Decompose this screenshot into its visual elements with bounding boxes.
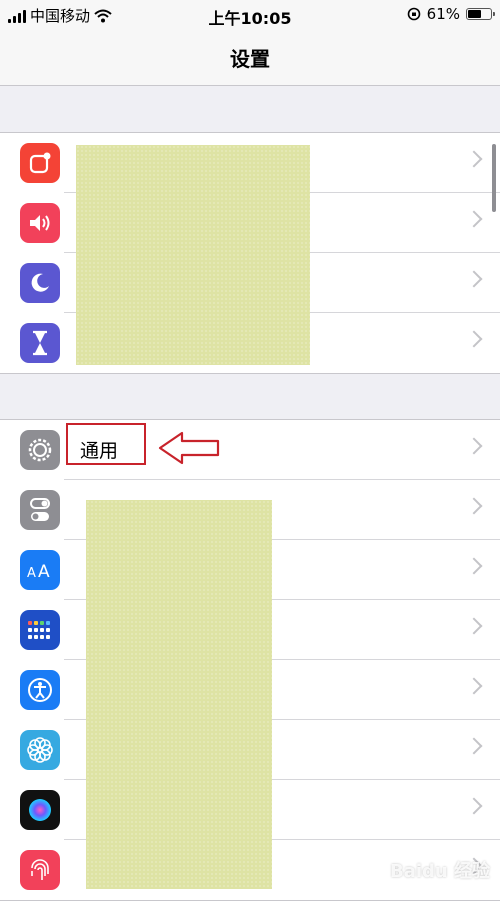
status-bar: 中国移动 上午10:05 61% <box>0 0 500 30</box>
moon-icon <box>20 263 60 303</box>
accessibility-icon <box>20 670 60 710</box>
flower-icon <box>20 730 60 770</box>
chevron-right-icon <box>465 617 483 635</box>
svg-text:A: A <box>27 566 36 580</box>
highlight-box <box>66 423 146 465</box>
hourglass-icon <box>20 323 60 363</box>
pointer-arrow-icon <box>158 431 220 465</box>
chevron-right-icon <box>465 677 483 695</box>
battery-percent: 61% <box>426 5 460 23</box>
chevron-right-icon <box>465 210 483 228</box>
chevron-right-icon <box>465 330 483 348</box>
battery-icon <box>466 8 495 20</box>
scrollbar[interactable] <box>492 144 496 212</box>
text-size-icon: AA <box>20 550 60 590</box>
page-title: 设置 <box>230 47 270 71</box>
chevron-right-icon <box>465 270 483 288</box>
rotation-lock-icon <box>407 7 420 21</box>
chevron-right-icon <box>465 737 483 755</box>
toggle-icon <box>20 490 60 530</box>
redacted-area-top <box>76 145 310 365</box>
gear-icon <box>20 430 60 470</box>
navigation-bar: 设置 <box>0 30 500 86</box>
watermark-logo: Baidu 经验 <box>389 861 490 882</box>
siri-icon <box>20 790 60 830</box>
grid-icon <box>20 610 60 650</box>
sound-icon <box>20 203 60 243</box>
notification-icon <box>20 143 60 183</box>
svg-text:A: A <box>38 562 50 580</box>
chevron-right-icon <box>465 797 483 815</box>
status-right: 61% <box>407 5 495 23</box>
chevron-right-icon <box>465 150 483 168</box>
redacted-area-bottom <box>86 500 272 889</box>
fingerprint-icon <box>20 850 60 890</box>
chevron-right-icon <box>465 437 483 455</box>
chevron-right-icon <box>465 497 483 515</box>
chevron-right-icon <box>465 557 483 575</box>
